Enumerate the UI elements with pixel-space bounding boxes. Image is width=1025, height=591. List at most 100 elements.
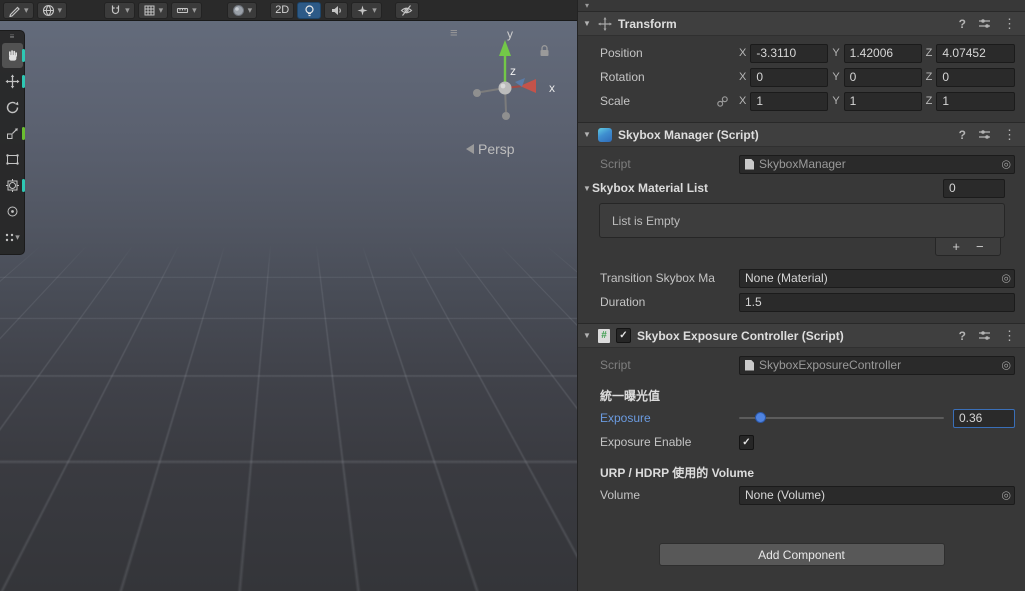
- component-enabled-checkbox[interactable]: ✓: [616, 328, 631, 343]
- draw-mode-button[interactable]: ▾: [226, 1, 258, 19]
- caret-down-icon: ▾: [24, 4, 29, 15]
- script-row: Script SkyboxManager ◎: [578, 152, 1015, 176]
- orientation-gizmo[interactable]: y z x: [443, 26, 573, 134]
- y-axis-label[interactable]: Y: [832, 71, 839, 83]
- overlay-drag-handle[interactable]: ≡: [0, 31, 24, 42]
- x-axis-label[interactable]: X: [739, 95, 746, 107]
- exposure-controller-header[interactable]: ▼ # ✓ Skybox Exposure Controller (Script…: [578, 323, 1025, 348]
- gizmo-x-label[interactable]: x: [549, 81, 555, 95]
- scene-camera-settings-button[interactable]: ▾: [36, 1, 68, 19]
- position-row: Position X -3.3110 Y 1.42006 Z 4.07452: [578, 41, 1015, 65]
- skybox-material-list-row[interactable]: ▼ Skybox Material List 0: [578, 176, 1015, 200]
- rotation-y-field[interactable]: 0: [843, 67, 922, 87]
- draw-tool-button[interactable]: ▾: [3, 1, 34, 19]
- y-axis-label[interactable]: Y: [832, 95, 839, 107]
- measure-tool-button[interactable]: ▾: [171, 1, 202, 19]
- 2d-mode-toggle[interactable]: 2D: [270, 1, 295, 19]
- material-list-label: Skybox Material List: [592, 181, 709, 195]
- transform-header[interactable]: ▼ Transform ? ⋮: [578, 11, 1025, 36]
- object-picker-icon[interactable]: ◎: [1001, 158, 1011, 171]
- foldout-icon[interactable]: ▼: [583, 19, 592, 28]
- help-icon[interactable]: ?: [959, 17, 966, 31]
- exposure-slider[interactable]: [739, 410, 944, 426]
- kebab-menu-icon[interactable]: ⋮: [1003, 16, 1016, 32]
- position-z-field[interactable]: 4.07452: [936, 43, 1015, 63]
- foldout-icon[interactable]: ▼: [583, 331, 592, 340]
- gizmo-y-label[interactable]: y: [507, 27, 513, 41]
- skybox-manager-body: Script SkyboxManager ◎ ▼ Skybox Material…: [578, 147, 1025, 323]
- lock-icon[interactable]: [539, 44, 550, 57]
- view-tool-button[interactable]: [1, 43, 25, 68]
- position-y-field[interactable]: 1.42006: [843, 43, 922, 63]
- presets-icon[interactable]: [978, 329, 991, 342]
- caret-down-icon: ▾: [192, 4, 197, 15]
- slider-track[interactable]: [739, 417, 944, 419]
- perspective-icon: [466, 144, 474, 154]
- position-x-field[interactable]: -3.3110: [750, 43, 829, 63]
- exposure-label[interactable]: Exposure: [600, 411, 739, 425]
- scene-lighting-toggle[interactable]: [297, 1, 322, 19]
- presets-icon[interactable]: [978, 17, 991, 30]
- scene-effects-toggle[interactable]: ▾: [351, 1, 382, 19]
- x-axis-label[interactable]: X: [739, 71, 746, 83]
- component-title: Skybox Exposure Controller (Script): [637, 328, 844, 343]
- scene-audio-toggle[interactable]: [324, 1, 349, 19]
- scale-x-field[interactable]: 1: [750, 91, 829, 111]
- object-picker-icon[interactable]: ◎: [1001, 272, 1011, 285]
- uniform-scale-link-icon[interactable]: [716, 95, 729, 108]
- exposure-enable-checkbox[interactable]: ✓: [739, 434, 754, 450]
- scale-tool-button[interactable]: [2, 121, 25, 146]
- help-icon[interactable]: ?: [959, 128, 966, 142]
- object-picker-icon[interactable]: ◎: [1001, 489, 1011, 502]
- add-component-button[interactable]: Add Component: [658, 543, 945, 566]
- exposure-enable-label: Exposure Enable: [600, 435, 692, 449]
- help-icon[interactable]: ?: [959, 329, 966, 343]
- snap-settings-button[interactable]: ▾: [104, 1, 135, 19]
- exposure-value-field[interactable]: 0.36: [953, 408, 1015, 428]
- overlay-accent: [21, 179, 25, 192]
- presets-icon[interactable]: [978, 128, 991, 141]
- rotation-x-field[interactable]: 0: [750, 67, 829, 87]
- overlay-accent: [21, 49, 25, 62]
- z-axis-label[interactable]: Z: [926, 47, 933, 59]
- kebab-menu-icon[interactable]: ⋮: [1003, 127, 1016, 143]
- list-size-field[interactable]: 0: [943, 178, 1005, 198]
- rotate-tool-button[interactable]: [2, 95, 23, 120]
- foldout-icon[interactable]: ▼: [583, 130, 592, 139]
- foldout-icon[interactable]: ▼: [583, 184, 592, 193]
- transform-tool-button[interactable]: [2, 173, 25, 198]
- available-tools-button[interactable]: ▾: [2, 225, 23, 250]
- caret-down-icon: ▾: [15, 232, 20, 242]
- grid-snap-button[interactable]: ▾: [137, 1, 169, 19]
- rect-tool-icon: [5, 154, 19, 165]
- scale-y-field[interactable]: 1: [843, 91, 922, 111]
- kebab-menu-icon[interactable]: ⋮: [1003, 328, 1016, 344]
- gizmo-z-label[interactable]: z: [510, 64, 516, 78]
- scene-viewport[interactable]: ▾ ▾ ▾ ▾ ▾ ▾ 2D ▾ ≡ ▾ ≡ y z x Persp: [0, 0, 577, 591]
- volume-object-field[interactable]: None (Volume) ◎: [739, 485, 1015, 505]
- y-axis-label[interactable]: Y: [832, 47, 839, 59]
- skybox-manager-header[interactable]: ▼ Skybox Manager (Script) ? ⋮: [578, 122, 1025, 147]
- custom-tool-button[interactable]: [2, 199, 23, 224]
- list-add-button[interactable]: +: [952, 240, 960, 253]
- move-tool-button[interactable]: [2, 69, 25, 94]
- rect-tool-button[interactable]: [2, 147, 23, 172]
- x-axis-label[interactable]: X: [739, 47, 746, 59]
- rotation-z-field[interactable]: 0: [936, 67, 1015, 87]
- duration-row: Duration 1.5: [578, 290, 1015, 314]
- transform-component-icon: [598, 16, 612, 31]
- script-object-field[interactable]: SkyboxManager ◎: [739, 154, 1015, 174]
- script-object-field[interactable]: SkyboxExposureController ◎: [739, 355, 1015, 375]
- transition-material-field[interactable]: None (Material) ◎: [739, 268, 1015, 288]
- scale-z-field[interactable]: 1: [936, 91, 1015, 111]
- scale-row: Scale X1 Y1 Z1: [578, 89, 1015, 113]
- projection-toggle[interactable]: Persp: [466, 141, 515, 157]
- z-axis-label[interactable]: Z: [926, 95, 933, 107]
- list-remove-button[interactable]: −: [976, 240, 984, 253]
- z-axis-label[interactable]: Z: [926, 71, 933, 83]
- slider-handle[interactable]: [755, 412, 767, 423]
- rotation-label: Rotation: [600, 70, 645, 84]
- object-picker-icon[interactable]: ◎: [1001, 359, 1011, 372]
- scene-visibility-toggle[interactable]: [394, 1, 419, 19]
- duration-field[interactable]: 1.5: [739, 292, 1015, 312]
